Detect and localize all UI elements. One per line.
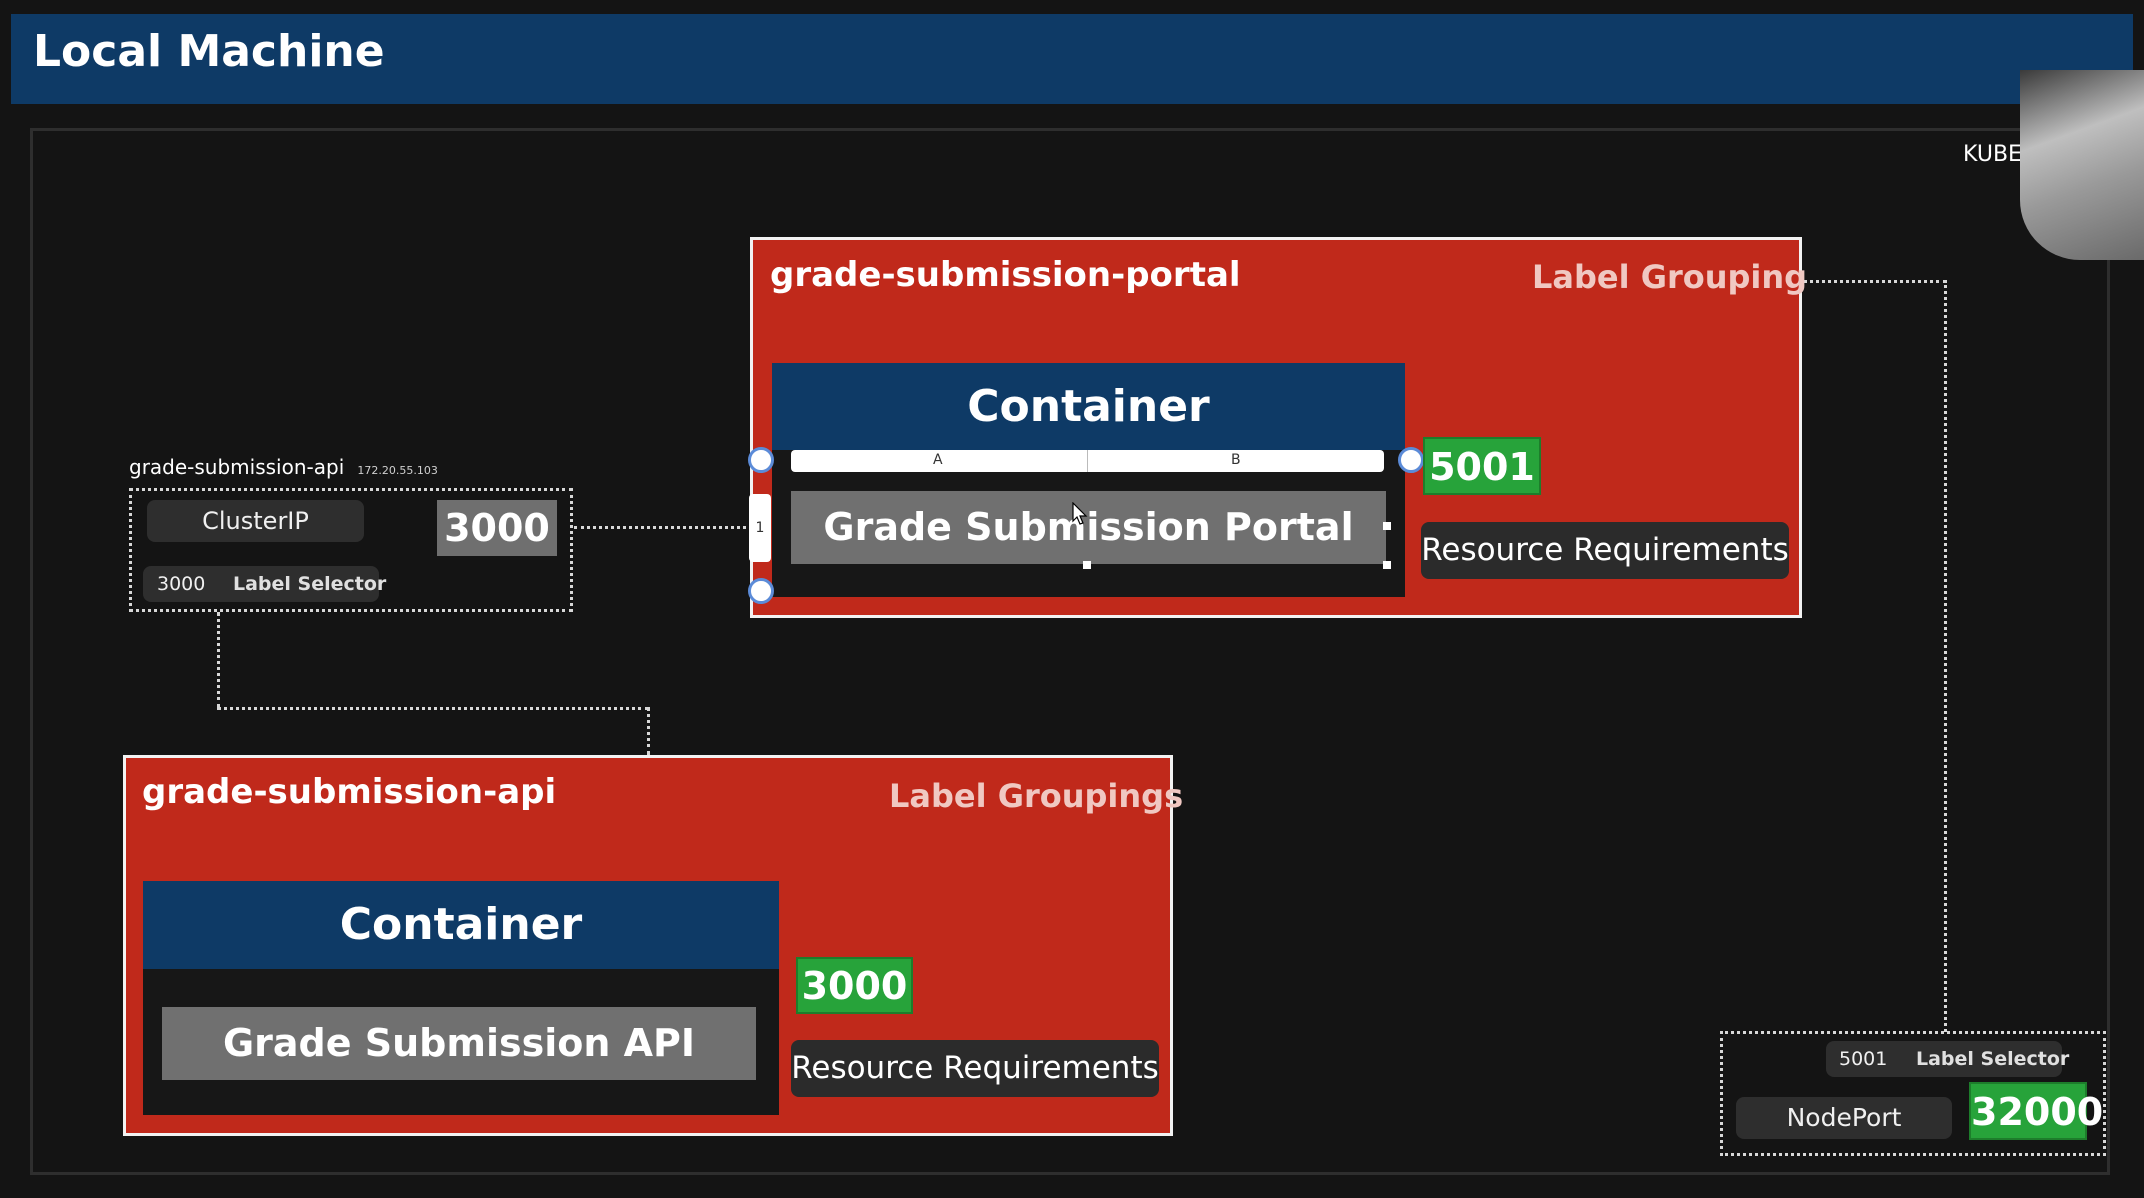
api-label-selector[interactable]: 3000 Label Selector (143, 566, 386, 602)
table-column-ruler[interactable]: A B (791, 450, 1384, 472)
portal-selector-port: 5001 (1839, 1048, 1888, 1070)
portal-deployment-name: grade-submission-portal (770, 255, 1241, 295)
api-deployment-name: grade-submission-api (142, 772, 557, 812)
api-container-port[interactable]: 3000 (796, 957, 913, 1014)
nodeport-pill[interactable]: NodePort (1736, 1097, 1952, 1139)
api-container-header: Container (143, 881, 779, 969)
api-selector-label: Label Selector (233, 573, 387, 595)
selection-handle-corner[interactable] (1383, 561, 1391, 569)
node-port-number[interactable]: 32000 (1969, 1082, 2103, 1140)
api-resource-requirements[interactable]: Resource Requirements (791, 1040, 1159, 1097)
portal-container-port[interactable]: 5001 (1423, 437, 1541, 495)
cursor-arrow-icon (1072, 501, 1088, 525)
api-service-down-connector (217, 612, 220, 708)
mouse-cursor (1072, 501, 1088, 526)
portal-label-selector[interactable]: 5001 Label Selector (1826, 1041, 2069, 1077)
portal-to-nodeport-connector (1803, 280, 1947, 283)
portal-container-header: Container (772, 363, 1405, 450)
column-resize-handle[interactable] (1398, 447, 1424, 473)
api-service-name: grade-submission-api (129, 455, 345, 479)
cluster-ip-pill[interactable]: ClusterIP (147, 500, 364, 542)
api-service-horizontal-connector (217, 707, 649, 710)
portal-app-name[interactable]: Grade Submission Portal (791, 491, 1386, 564)
portal-label-grouping: Label Grouping (1532, 258, 1808, 296)
api-service-port[interactable]: 3000 (437, 500, 557, 556)
ruler-divider (1087, 450, 1088, 472)
selection-handle-bottom[interactable] (1083, 561, 1091, 569)
add-column-handle[interactable] (748, 447, 774, 473)
api-service-to-portal-connector (574, 526, 746, 529)
portal-resource-requirements[interactable]: Resource Requirements (1421, 522, 1789, 579)
selection-handle-right[interactable] (1383, 522, 1391, 530)
row-menu-handle[interactable] (748, 578, 774, 604)
presenter-webcam (2020, 70, 2144, 260)
api-app-name[interactable]: Grade Submission API (162, 1007, 756, 1080)
ruler-column-b[interactable]: B (1231, 452, 1241, 468)
api-deployment-connector (647, 707, 650, 755)
ruler-column-a[interactable]: A (933, 452, 943, 468)
api-selector-port: 3000 (157, 573, 206, 595)
portal-selector-label: Label Selector (1916, 1048, 2070, 1070)
api-service-header: grade-submission-api 172.20.55.103 (129, 455, 438, 479)
api-label-groupings: Label Groupings (889, 777, 1184, 815)
api-service-ip: 172.20.55.103 (357, 464, 438, 477)
nodeport-vertical-connector (1944, 280, 1947, 1032)
slide-title: Local Machine (33, 26, 385, 77)
table-row-ruler[interactable]: 1 (749, 494, 771, 562)
